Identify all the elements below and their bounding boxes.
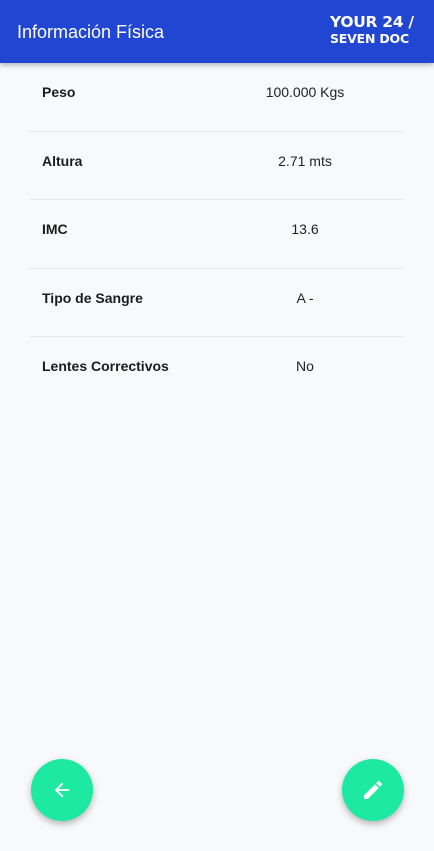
info-label: Lentes Correctivos xyxy=(42,358,169,374)
logo-line-1: YOUR 24 / xyxy=(330,13,414,31)
page-title: Información Física xyxy=(17,22,165,42)
info-row-weight: Peso 100.000 Kgs xyxy=(30,63,404,132)
info-value: 13.6 xyxy=(291,221,319,237)
info-label: Altura xyxy=(42,152,83,169)
edit-button[interactable] xyxy=(342,759,404,821)
info-label: Peso xyxy=(42,84,76,100)
back-button[interactable] xyxy=(31,759,93,821)
info-value: No xyxy=(296,358,314,374)
info-value: 100.000 Kgs xyxy=(265,84,345,100)
logo: YOUR 24 / SEVEN DOC xyxy=(328,14,418,50)
info-row-blood-type: Tipo de Sangre A - xyxy=(30,269,404,337)
info-label: Tipo de Sangre xyxy=(42,289,143,306)
arrow-left-icon xyxy=(54,782,70,798)
app-bar: Información Física YOUR 24 / SEVEN DOC xyxy=(0,0,434,63)
logo-line-2: SEVEN DOC xyxy=(330,31,409,46)
info-value: 2.71 mts xyxy=(278,152,332,169)
physical-info-list: Peso 100.000 Kgs Altura 2.71 mts IMC 13.… xyxy=(30,63,404,405)
info-row-bmi: IMC 13.6 xyxy=(30,200,404,269)
info-row-height: Altura 2.71 mts xyxy=(30,132,404,200)
info-label: IMC xyxy=(42,221,68,237)
pencil-icon xyxy=(364,780,383,799)
info-value: A - xyxy=(296,289,314,306)
info-row-corrective-lenses: Lentes Correctivos No xyxy=(30,337,404,405)
